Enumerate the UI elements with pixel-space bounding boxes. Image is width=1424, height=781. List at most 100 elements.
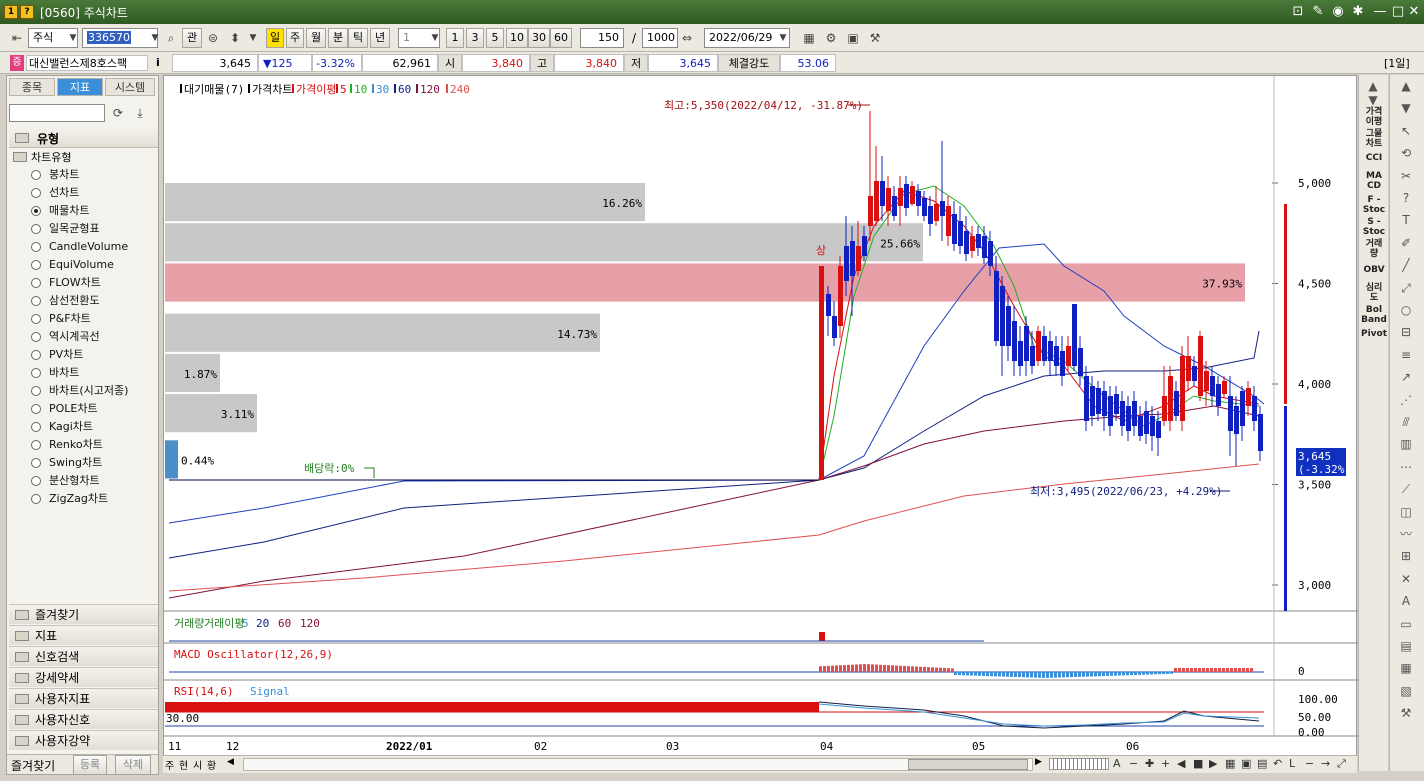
minus-icon[interactable]: −: [1305, 757, 1314, 770]
scroll-up-icon[interactable]: ▲: [1396, 77, 1416, 95]
radio-button[interactable]: [31, 296, 41, 306]
text-icon[interactable]: T: [1396, 211, 1416, 229]
radio-button[interactable]: [31, 332, 41, 342]
line-mode-icon[interactable]: L: [1289, 757, 1295, 770]
tab-system[interactable]: 시스템: [105, 78, 155, 96]
period-week-button[interactable]: 주: [286, 28, 304, 48]
period-minute-button[interactable]: 분: [328, 28, 348, 48]
interval-10-button[interactable]: 10: [506, 28, 528, 48]
indicator-shortcut[interactable]: Bol Band: [1359, 305, 1389, 325]
arrow-line-icon[interactable]: ⤢: [1396, 279, 1416, 297]
rect-icon[interactable]: ⊟: [1396, 323, 1416, 341]
undo-icon[interactable]: ↶: [1273, 757, 1282, 770]
prev-icon[interactable]: ◀: [1177, 757, 1185, 770]
indicator-search-input[interactable]: [9, 104, 105, 122]
table-icon[interactable]: ⊞: [1396, 547, 1416, 565]
cut-icon[interactable]: ✂: [1396, 167, 1416, 185]
save-view-icon[interactable]: ▣: [1241, 757, 1251, 770]
pointer-icon[interactable]: ↖: [1396, 122, 1416, 140]
chart-type-item[interactable]: Renko차트: [31, 436, 103, 454]
radio-button[interactable]: [31, 260, 41, 270]
download-icon[interactable]: ⤓: [131, 104, 149, 122]
tools-icon[interactable]: ⚒: [866, 29, 884, 47]
chart-type-item[interactable]: 봉차트: [31, 166, 79, 184]
zoom-slider[interactable]: [1049, 758, 1109, 770]
edit-icon[interactable]: ✎: [1310, 4, 1326, 20]
chart-type-item[interactable]: 바차트(시고저종): [31, 382, 128, 400]
period-month-button[interactable]: 월: [306, 28, 326, 48]
refresh-icon[interactable]: ⟳: [109, 104, 127, 122]
save-icon[interactable]: ▣: [844, 29, 862, 47]
radio-button[interactable]: [31, 278, 41, 288]
tool-icon[interactable]: ⚒: [1396, 704, 1416, 722]
period-day-button[interactable]: 일: [266, 28, 284, 48]
help-icon[interactable]: ?: [20, 5, 34, 19]
interval-30-button[interactable]: 30: [528, 28, 550, 48]
chart-view-icon[interactable]: ▦: [1225, 757, 1235, 770]
max-count-input[interactable]: 1000: [642, 28, 678, 48]
stock-name[interactable]: 대신밸런스제8호스팩: [26, 55, 148, 71]
radio-button[interactable]: [31, 404, 41, 414]
category-item[interactable]: 사용자지표: [9, 688, 158, 708]
auto-icon[interactable]: A: [1396, 592, 1416, 610]
help-icon[interactable]: ?: [1396, 189, 1416, 207]
scroll-down-icon[interactable]: ▼: [1396, 99, 1416, 117]
radio-button[interactable]: [31, 386, 41, 396]
chevron-down-icon[interactable]: ▼: [64, 29, 82, 47]
minimize-button[interactable]: —: [1372, 4, 1388, 20]
price-chart[interactable]: 16.26%25.66%37.93%14.73%1.87%3.11%0.44% …: [164, 76, 1358, 772]
sync-icon[interactable]: ⊜: [204, 29, 222, 47]
category-item[interactable]: 지표: [9, 625, 158, 645]
favorites-footer-button[interactable]: 즐겨찾기: [11, 757, 55, 774]
channel-icon[interactable]: ⋰: [1396, 391, 1416, 409]
tab-stock[interactable]: 종목: [9, 78, 55, 96]
radio-button[interactable]: [31, 188, 41, 198]
chart-type-item[interactable]: 바차트: [31, 364, 79, 382]
indicator-shortcut[interactable]: OBV: [1359, 265, 1389, 275]
period-year-button[interactable]: 년: [370, 28, 390, 48]
line-icon[interactable]: ╱: [1396, 256, 1416, 274]
register-button[interactable]: 등록: [73, 755, 107, 775]
app-icon[interactable]: 1: [4, 5, 18, 19]
scroll-left-icon[interactable]: ◀: [227, 757, 234, 767]
chart-type-item[interactable]: 삼선전환도: [31, 292, 100, 310]
group-title[interactable]: 차트유형: [31, 149, 71, 165]
chart-type-item[interactable]: 분산형차트: [31, 472, 100, 490]
radio-button[interactable]: [31, 350, 41, 360]
chart-type-item[interactable]: 매물차트: [31, 202, 89, 220]
trend-icon[interactable]: ↗: [1396, 368, 1416, 386]
chart-area[interactable]: 16.26% 25.66% 37.93% 14.73% 1.87% 3.11% 0.44% …: [163, 75, 1358, 772]
list-icon[interactable]: ▤: [1396, 637, 1416, 655]
bottom-tab-week[interactable]: 주: [165, 757, 177, 772]
cycle-icon[interactable]: ◫: [1396, 503, 1416, 521]
tab-indicator[interactable]: 지표: [57, 78, 103, 96]
chart-type-item[interactable]: 선차트: [31, 184, 79, 202]
radio-button[interactable]: [31, 206, 41, 216]
indicator-shortcut[interactable]: 가격 이평: [1359, 107, 1389, 127]
chart-type-item[interactable]: ZigZag차트: [31, 490, 108, 508]
radio-button[interactable]: [31, 170, 41, 180]
category-item[interactable]: 강세약세: [9, 667, 158, 687]
fibo-icon[interactable]: ≡: [1396, 346, 1416, 364]
indicator-shortcut[interactable]: 거래 량: [1359, 239, 1389, 259]
indicator-shortcut[interactable]: MA CD: [1359, 171, 1389, 191]
play-icon[interactable]: ▶: [1209, 757, 1217, 770]
table-view-icon[interactable]: ▤: [1257, 757, 1267, 770]
font-icon[interactable]: A: [1113, 757, 1121, 770]
pen-icon[interactable]: ✐: [1396, 234, 1416, 252]
link-icon[interactable]: ⊡: [1290, 4, 1306, 20]
section-header[interactable]: 유형: [9, 128, 158, 148]
interval-3-button[interactable]: 3: [466, 28, 484, 48]
next-icon[interactable]: →: [1321, 757, 1330, 770]
updown-icon[interactable]: ⬍: [226, 29, 244, 47]
chart-type-item[interactable]: 일목균형표: [31, 220, 100, 238]
bottom-tab-market[interactable]: 시: [193, 757, 205, 772]
grid-icon[interactable]: ▥: [1396, 435, 1416, 453]
chart-type-item[interactable]: POLE차트: [31, 400, 98, 418]
add-icon[interactable]: +: [1161, 757, 1170, 770]
chart-icon[interactable]: ▦: [1396, 659, 1416, 677]
chart-type-item[interactable]: P&F차트: [31, 310, 91, 328]
search-icon[interactable]: ⌕: [162, 29, 180, 47]
bottom-tab-status[interactable]: 황: [207, 757, 219, 772]
category-item[interactable]: 즐겨찾기: [9, 604, 158, 624]
